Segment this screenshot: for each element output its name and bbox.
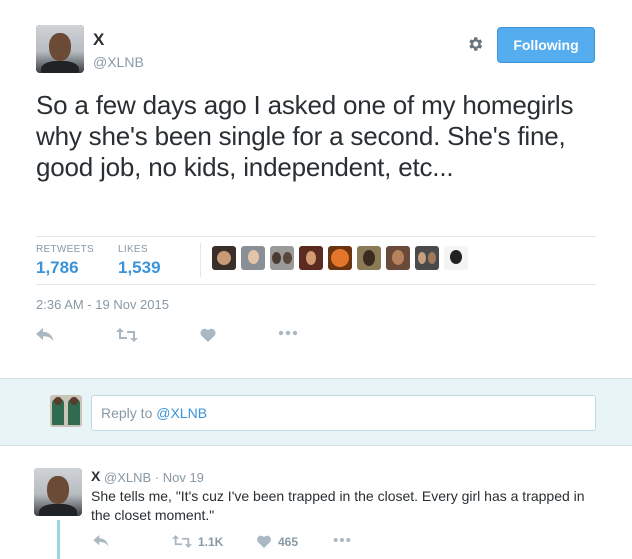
thread-line [57,520,60,559]
likes-count[interactable]: 1,539 [118,258,161,278]
divider [36,284,596,285]
retweet-icon[interactable] [172,535,192,548]
reply-input[interactable]: Reply to @XLNB [91,395,596,431]
heart-icon[interactable] [200,328,216,342]
reply-tweet-text: She tells me, "It's cuz I've been trappe… [91,488,585,523]
divider [36,236,596,237]
author-name[interactable]: X [93,30,104,50]
tweet-text: So a few days ago I asked one of my home… [36,90,574,182]
liker-avatar[interactable] [212,246,236,270]
reply-handle: @XLNB [156,405,208,421]
retweets-count[interactable]: 1,786 [36,258,79,278]
liker-avatar[interactable] [328,246,352,270]
gear-icon[interactable] [466,35,484,53]
reply-icon[interactable] [93,535,109,547]
reply-like-count[interactable]: 465 [278,535,298,549]
liker-avatar[interactable] [415,246,439,270]
retweet-icon[interactable] [116,328,138,342]
liker-avatar[interactable] [241,246,265,270]
likes-label: LIKES [118,244,148,255]
author-handle[interactable]: @XLNB [93,54,144,70]
reply-retweet-count[interactable]: 1.1K [198,535,223,549]
reply-author-avatar[interactable] [34,468,82,516]
heart-icon[interactable] [256,535,272,548]
liker-avatar[interactable] [386,246,410,270]
liker-avatar[interactable] [357,246,381,270]
following-button[interactable]: Following [497,27,595,63]
liker-avatar[interactable] [270,246,294,270]
reply-icon[interactable] [36,328,54,342]
retweets-label: RETWEETS [36,244,94,255]
more-icon[interactable] [333,537,351,543]
reply-author-name[interactable]: X [91,468,100,484]
more-icon[interactable] [278,330,298,336]
tweet-timestamp[interactable]: 2:36 AM - 19 Nov 2015 [36,297,169,312]
viewer-avatar [50,395,82,427]
liker-avatar[interactable] [299,246,323,270]
liker-avatar[interactable] [444,246,468,270]
reply-prefix: Reply to [101,405,157,421]
stat-divider [200,243,201,277]
reply-composer: Reply to @XLNB [0,378,632,446]
author-avatar[interactable] [36,25,84,73]
reply-meta[interactable]: @XLNB · Nov 19 [104,470,204,485]
